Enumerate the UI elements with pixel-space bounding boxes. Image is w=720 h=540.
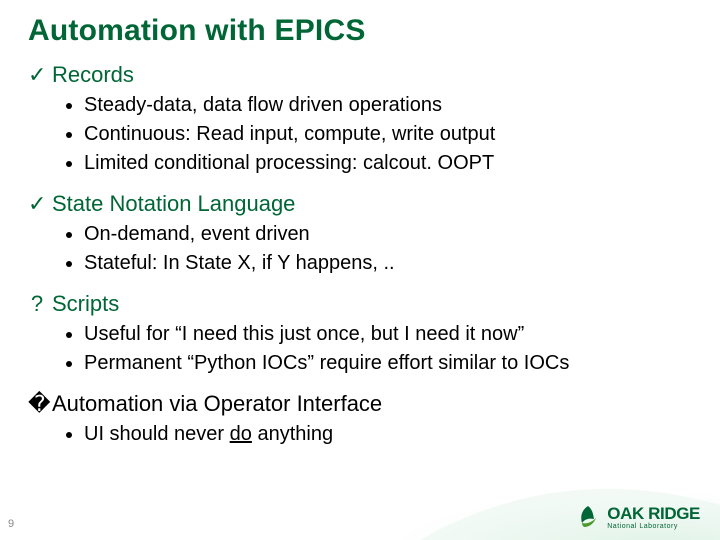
bullet-text-underlined: do	[230, 423, 252, 445]
leaf-icon	[575, 504, 601, 530]
section-snl: ✓ State Notation Language	[28, 191, 692, 217]
oak-ridge-logo: OAK RIDGE National Laboratory	[575, 504, 700, 530]
section-label: Automation via Operator Interface	[52, 391, 382, 417]
logo-main-text: OAK RIDGE	[607, 505, 700, 522]
list-item: Limited conditional processing: calcout.…	[84, 150, 692, 177]
section-label: Scripts	[52, 291, 119, 317]
list-item: Useful for “I need this just once, but I…	[84, 321, 692, 348]
list-item: Permanent “Python IOCs” require effort s…	[84, 350, 692, 377]
check-icon: ✓	[28, 62, 46, 88]
list-item: Steady-data, data flow driven operations	[84, 92, 692, 119]
section-label: Records	[52, 62, 134, 88]
list-item: Continuous: Read input, compute, write o…	[84, 121, 692, 148]
question-icon: ?	[28, 291, 46, 317]
list-item: Stateful: In State X, if Y happens, ..	[84, 250, 692, 277]
check-icon: ✓	[28, 191, 46, 217]
bullet-text-pre: UI should never	[84, 423, 230, 445]
section-records: ✓ Records	[28, 62, 692, 88]
section-scripts-bullets: Useful for “I need this just once, but I…	[84, 321, 692, 377]
unknown-icon: �	[28, 391, 46, 417]
list-item: On-demand, event driven	[84, 221, 692, 248]
slide-number: 9	[8, 518, 14, 530]
logo-sub-text: National Laboratory	[607, 523, 700, 530]
list-item: UI should never do anything	[84, 421, 692, 448]
slide: Automation with EPICS ✓ Records Steady-d…	[0, 0, 720, 540]
section-scripts: ? Scripts	[28, 291, 692, 317]
section-automation-oi-bullets: UI should never do anything	[84, 421, 692, 448]
logo-text: OAK RIDGE National Laboratory	[607, 505, 700, 530]
slide-content: ✓ Records Steady-data, data flow driven …	[0, 62, 720, 448]
section-automation-oi: � Automation via Operator Interface	[28, 391, 692, 417]
section-label: State Notation Language	[52, 191, 295, 217]
section-snl-bullets: On-demand, event driven Stateful: In Sta…	[84, 221, 692, 277]
bullet-text-post: anything	[252, 423, 333, 445]
section-records-bullets: Steady-data, data flow driven operations…	[84, 92, 692, 177]
slide-title: Automation with EPICS	[0, 0, 720, 58]
